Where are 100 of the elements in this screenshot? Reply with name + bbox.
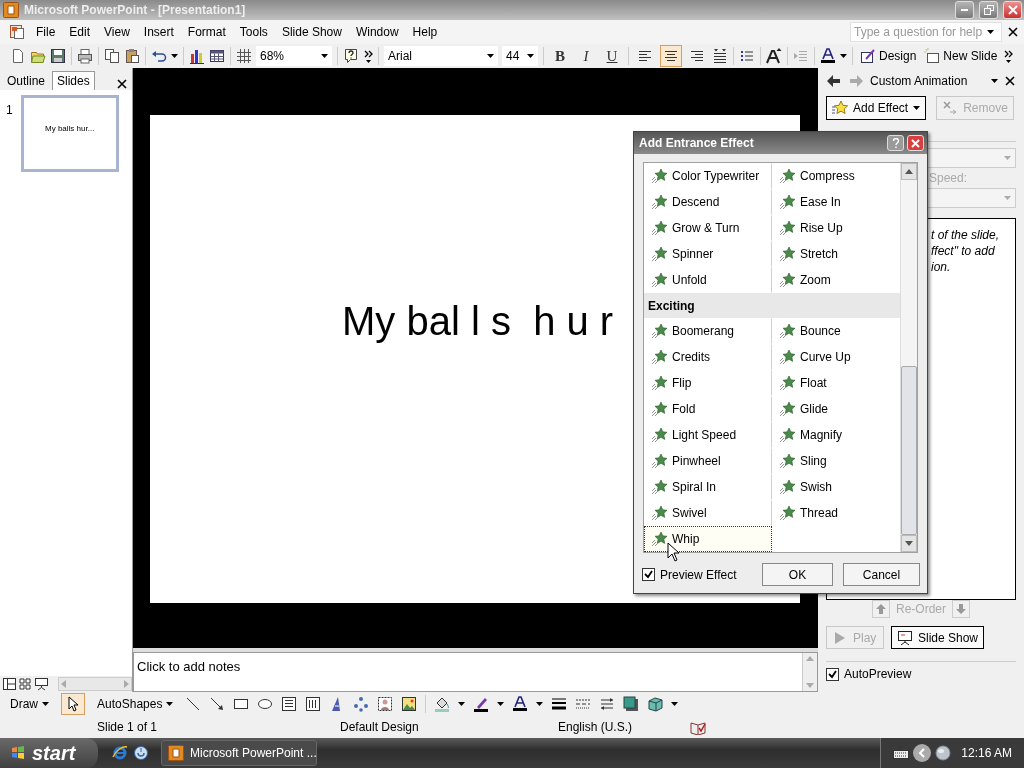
slide-show-view-icon[interactable] bbox=[34, 677, 49, 691]
menu-item[interactable]: Help bbox=[405, 23, 445, 41]
chevron-icon[interactable] bbox=[363, 48, 373, 64]
sphere-icon[interactable] bbox=[935, 745, 952, 761]
help-question-field[interactable]: Type a question for help bbox=[850, 22, 1002, 42]
font-dropdown[interactable]: Arial bbox=[384, 46, 498, 66]
diagram-icon[interactable] bbox=[353, 696, 370, 712]
caret-icon[interactable] bbox=[913, 106, 921, 110]
caret-icon[interactable] bbox=[987, 30, 994, 34]
paint-bucket-icon[interactable] bbox=[434, 696, 451, 712]
caret-icon[interactable] bbox=[487, 54, 494, 58]
checkbox[interactable] bbox=[826, 667, 839, 681]
clip-art-icon[interactable] bbox=[377, 696, 394, 712]
slide-show-button[interactable]: Slide Show bbox=[891, 626, 985, 649]
dialog-button[interactable]: Cancel bbox=[843, 563, 920, 586]
picture-icon[interactable] bbox=[401, 696, 418, 712]
effect-item[interactable]: Spinner bbox=[644, 241, 772, 267]
menu-item[interactable]: Tools bbox=[232, 23, 275, 41]
taskbar-button[interactable]: Microsoft PowerPoint ... bbox=[161, 740, 317, 766]
caret-icon[interactable] bbox=[671, 702, 679, 706]
menu-item[interactable]: File bbox=[29, 23, 63, 41]
add-effect-button[interactable]: Add Effect bbox=[826, 96, 927, 120]
increase-font-size-icon[interactable] bbox=[766, 48, 782, 64]
effect-item[interactable]: Whip bbox=[644, 526, 772, 552]
line-style-icon[interactable] bbox=[551, 696, 568, 712]
help-icon[interactable] bbox=[343, 48, 359, 64]
projector-screen-icon[interactable] bbox=[897, 629, 913, 646]
oval-icon[interactable] bbox=[257, 696, 274, 712]
cube-icon[interactable] bbox=[647, 696, 664, 712]
undo-icon[interactable] bbox=[151, 48, 167, 64]
underline-button[interactable]: U bbox=[601, 45, 623, 67]
caret-icon[interactable] bbox=[536, 702, 544, 706]
caret-icon[interactable] bbox=[527, 54, 534, 58]
menu-item[interactable]: Insert bbox=[136, 23, 181, 41]
new-slide-icon[interactable] bbox=[924, 48, 941, 64]
pen-icon[interactable] bbox=[473, 696, 490, 712]
effect-item[interactable]: Color Typewriter bbox=[644, 163, 772, 189]
rectangle-icon[interactable] bbox=[233, 696, 250, 712]
arrow-style-icon[interactable] bbox=[599, 696, 616, 712]
close-icon[interactable] bbox=[116, 78, 128, 90]
dash-style-icon[interactable] bbox=[575, 696, 592, 712]
design-button[interactable]: Design bbox=[858, 45, 919, 67]
menu-item[interactable]: Window bbox=[348, 23, 406, 41]
vertical-text-box-icon[interactable] bbox=[305, 696, 322, 712]
star-icon[interactable] bbox=[832, 100, 848, 116]
line-spacing-icon[interactable] bbox=[712, 48, 728, 64]
effect-item[interactable]: Boomerang bbox=[644, 318, 772, 344]
grid-icon[interactable] bbox=[236, 48, 252, 64]
autoshapes-menu-button[interactable]: AutoShapes bbox=[93, 693, 178, 715]
document-icon[interactable] bbox=[9, 24, 25, 40]
new-document-icon[interactable] bbox=[10, 48, 26, 64]
chevron-icon[interactable] bbox=[1003, 48, 1014, 64]
effect-item[interactable]: Pinwheel bbox=[644, 448, 772, 474]
effect-item[interactable]: Grow & Turn bbox=[644, 215, 772, 241]
menu-item[interactable]: Edit bbox=[62, 23, 98, 41]
close-button[interactable] bbox=[907, 135, 924, 151]
swirl-icon[interactable] bbox=[133, 745, 149, 761]
checkbox[interactable] bbox=[642, 568, 655, 581]
pane-tab[interactable]: Slides bbox=[52, 71, 95, 90]
caret-icon[interactable] bbox=[840, 54, 847, 58]
effect-item[interactable]: Light Speed bbox=[644, 422, 772, 448]
browser-icon[interactable] bbox=[112, 745, 128, 761]
bar-chart-icon[interactable] bbox=[189, 48, 205, 64]
italic-button[interactable]: I bbox=[575, 45, 597, 67]
font-color-icon[interactable] bbox=[512, 696, 529, 712]
effect-item[interactable]: Descend bbox=[644, 189, 772, 215]
effect-item[interactable]: Credits bbox=[644, 344, 772, 370]
start-button[interactable]: start bbox=[0, 738, 98, 768]
line-icon[interactable] bbox=[185, 696, 202, 712]
minimize-button[interactable] bbox=[955, 1, 974, 19]
caret-icon[interactable] bbox=[497, 702, 505, 706]
restore-button[interactable] bbox=[979, 1, 998, 19]
font-color-icon[interactable] bbox=[820, 48, 836, 64]
shadow-icon[interactable] bbox=[623, 696, 640, 712]
close-icon[interactable] bbox=[1004, 75, 1016, 87]
caret-icon[interactable] bbox=[991, 79, 998, 83]
caret-icon[interactable] bbox=[458, 702, 466, 706]
show-hidden-icons-button[interactable] bbox=[913, 744, 932, 762]
caret-icon[interactable] bbox=[42, 702, 49, 706]
close-button[interactable] bbox=[1003, 1, 1022, 19]
design-icon[interactable] bbox=[860, 48, 876, 64]
bullet-list-icon[interactable] bbox=[739, 48, 755, 64]
table-icon[interactable] bbox=[209, 48, 225, 64]
menu-item[interactable]: Slide Show bbox=[274, 23, 349, 41]
effect-item[interactable]: Spiral In bbox=[644, 474, 772, 500]
text-box-icon[interactable] bbox=[281, 696, 298, 712]
slide-sorter-icon[interactable] bbox=[18, 677, 33, 691]
slide-thumbnail[interactable]: My balls hur... bbox=[20, 95, 119, 172]
font-size-dropdown[interactable]: 44 bbox=[502, 46, 538, 66]
effect-item[interactable]: Fold bbox=[644, 396, 772, 422]
caret-icon[interactable] bbox=[166, 702, 174, 706]
new-slide-button[interactable]: New Slide bbox=[922, 45, 1000, 67]
scrollbar[interactable] bbox=[58, 677, 132, 691]
pane-tab[interactable]: Outline bbox=[2, 71, 51, 90]
scrollbar[interactable] bbox=[900, 163, 917, 552]
arrow-icon[interactable] bbox=[209, 696, 226, 712]
normal-view-icon[interactable] bbox=[2, 677, 17, 691]
menu-item[interactable]: Format bbox=[180, 23, 233, 41]
printer-icon[interactable] bbox=[77, 48, 93, 64]
menu-item[interactable]: View bbox=[97, 23, 137, 41]
